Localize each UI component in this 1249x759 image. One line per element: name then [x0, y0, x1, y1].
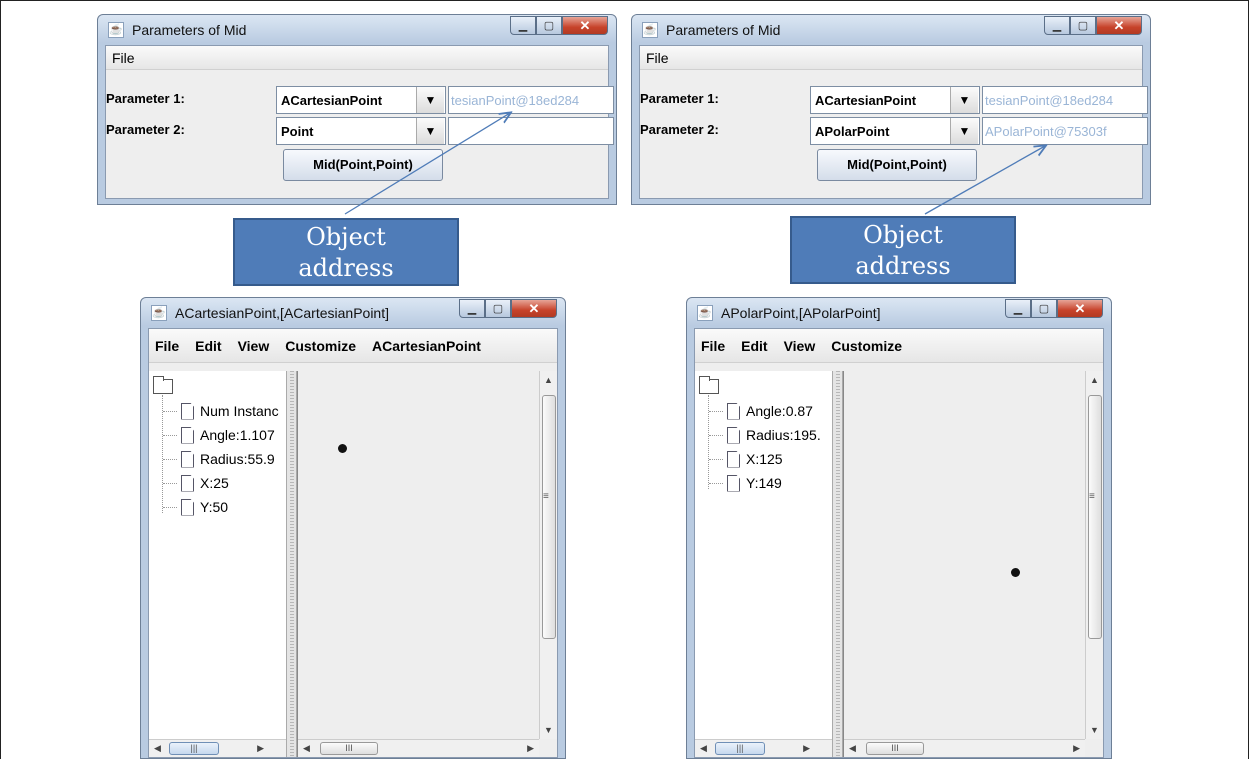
callout-line-2: address — [855, 252, 951, 280]
split-pane-divider[interactable] — [833, 371, 843, 757]
tree-item-label: Radius:55.9 — [200, 451, 275, 467]
drawing-canvas[interactable]: ▲ ≡ ▼ ◀ III ▶ — [843, 371, 1103, 757]
document-icon — [727, 426, 740, 444]
callout-line-1: Object — [863, 221, 943, 249]
title-bar[interactable]: ☕ ACartesianPoint,[ACartesianPoint] ▁ ▢ … — [141, 298, 565, 328]
tree-item-label: Num Instanc — [200, 403, 279, 419]
menu-file[interactable]: File — [155, 338, 179, 354]
canvas-vertical-scrollbar[interactable]: ▲ ≡ ▼ — [539, 371, 557, 739]
tree-item-label: X:25 — [200, 475, 229, 491]
maximize-icon[interactable]: ▢ — [485, 299, 511, 318]
callout-object-address-right: Object address — [790, 216, 1016, 284]
document-icon — [727, 450, 740, 468]
tree-item-label: Angle:0.87 — [746, 403, 813, 419]
cartesian-point-window: ☕ ACartesianPoint,[ACartesianPoint] ▁ ▢ … — [140, 297, 566, 759]
folder-icon[interactable] — [699, 376, 719, 394]
scroll-up-icon[interactable]: ▲ — [1090, 375, 1099, 385]
scroll-up-icon[interactable]: ▲ — [544, 375, 553, 385]
tree-item-label: Radius:195. — [746, 427, 821, 443]
scroll-thumb[interactable]: III — [320, 742, 378, 755]
tree-item[interactable]: Angle:0.87 — [709, 400, 833, 422]
minimize-icon[interactable]: ▁ — [1005, 299, 1031, 318]
scroll-thumb[interactable] — [542, 395, 556, 639]
callout-line-2: address — [298, 254, 394, 282]
tree-item[interactable]: Radius:195. — [709, 424, 833, 446]
menu-bar: File Edit View Customize — [695, 329, 1103, 363]
tree-horizontal-scrollbar[interactable]: ◀ ||| ▶ — [149, 739, 286, 757]
drawing-canvas[interactable]: ▲ ≡ ▼ ◀ III ▶ — [297, 371, 557, 757]
close-icon[interactable]: ✕ — [511, 299, 557, 318]
canvas-horizontal-scrollbar[interactable]: ◀ III ▶ — [844, 739, 1085, 757]
scroll-thumb[interactable]: ||| — [715, 742, 765, 755]
tree-item[interactable]: Angle:1.107 — [163, 424, 287, 446]
java-icon: ☕ — [697, 305, 713, 321]
arrow-left — [344, 113, 510, 215]
callout-object-address-left: Object address — [233, 218, 459, 286]
scroll-thumb[interactable]: ||| — [169, 742, 219, 755]
point-marker — [338, 444, 347, 453]
scroll-down-icon[interactable]: ▼ — [1090, 725, 1099, 735]
scroll-thumb[interactable]: III — [866, 742, 924, 755]
object-tree-pane: Angle:0.87 Radius:195. X:125 Y:149 ◀ |||… — [695, 371, 833, 757]
window-title: ACartesianPoint,[ACartesianPoint] — [175, 305, 389, 321]
split-pane-divider[interactable] — [287, 371, 297, 757]
menu-edit[interactable]: Edit — [741, 338, 767, 354]
java-icon: ☕ — [151, 305, 167, 321]
tree-horizontal-scrollbar[interactable]: ◀ ||| ▶ — [695, 739, 832, 757]
title-bar[interactable]: ☕ APolarPoint,[APolarPoint] ▁ ▢ ✕ — [687, 298, 1111, 328]
scroll-left-icon[interactable]: ◀ — [303, 743, 310, 754]
tree-item[interactable]: Y:149 — [709, 472, 833, 494]
tree-item-label: Y:50 — [200, 499, 229, 515]
menu-customize[interactable]: Customize — [831, 338, 902, 354]
document-icon — [727, 474, 740, 492]
scroll-down-icon[interactable]: ▼ — [544, 725, 553, 735]
menu-file[interactable]: File — [701, 338, 725, 354]
tree-item[interactable]: Radius:55.9 — [163, 448, 287, 470]
scroll-right-icon[interactable]: ▶ — [1073, 743, 1080, 754]
tree-item[interactable]: X:125 — [709, 448, 833, 470]
close-icon[interactable]: ✕ — [1057, 299, 1103, 318]
window-title: APolarPoint,[APolarPoint] — [721, 305, 881, 321]
scroll-right-icon[interactable]: ▶ — [527, 743, 534, 754]
point-marker — [1011, 568, 1020, 577]
document-icon — [181, 450, 194, 468]
document-icon — [181, 402, 194, 420]
tree-item[interactable]: X:25 — [163, 472, 287, 494]
menu-acartesianpoint[interactable]: ACartesianPoint — [372, 338, 481, 354]
tree-item[interactable]: Num Instanc — [163, 400, 287, 422]
window-body: File Edit View Customize Angle:0.87 Radi… — [694, 328, 1104, 758]
arrow-right — [924, 146, 1045, 215]
object-tree-pane: Num Instanc Angle:1.107 Radius:55.9 X:25… — [149, 371, 287, 757]
document-icon — [181, 474, 194, 492]
tree-item-label: Angle:1.107 — [200, 427, 275, 443]
scroll-left-icon[interactable]: ◀ — [849, 743, 856, 754]
scroll-right-icon[interactable]: ▶ — [803, 743, 810, 754]
minimize-icon[interactable]: ▁ — [459, 299, 485, 318]
maximize-icon[interactable]: ▢ — [1031, 299, 1057, 318]
document-icon — [727, 402, 740, 420]
menu-customize[interactable]: Customize — [285, 338, 356, 354]
tree-item[interactable]: Y:50 — [163, 496, 287, 518]
canvas-horizontal-scrollbar[interactable]: ◀ III ▶ — [298, 739, 539, 757]
menu-bar: File Edit View Customize ACartesianPoint — [149, 329, 557, 363]
menu-view[interactable]: View — [238, 338, 270, 354]
canvas-vertical-scrollbar[interactable]: ▲ ≡ ▼ — [1085, 371, 1103, 739]
tree-item-label: X:125 — [746, 451, 783, 467]
scroll-thumb[interactable] — [1088, 395, 1102, 639]
tree-item-label: Y:149 — [746, 475, 782, 491]
polar-point-window: ☕ APolarPoint,[APolarPoint] ▁ ▢ ✕ File E… — [686, 297, 1112, 759]
scroll-left-icon[interactable]: ◀ — [154, 743, 161, 754]
callout-line-1: Object — [306, 223, 386, 251]
window-body: File Edit View Customize ACartesianPoint… — [148, 328, 558, 758]
folder-icon[interactable] — [153, 376, 173, 394]
scroll-left-icon[interactable]: ◀ — [700, 743, 707, 754]
menu-edit[interactable]: Edit — [195, 338, 221, 354]
document-icon — [181, 426, 194, 444]
menu-view[interactable]: View — [784, 338, 816, 354]
scroll-right-icon[interactable]: ▶ — [257, 743, 264, 754]
document-icon — [181, 498, 194, 516]
